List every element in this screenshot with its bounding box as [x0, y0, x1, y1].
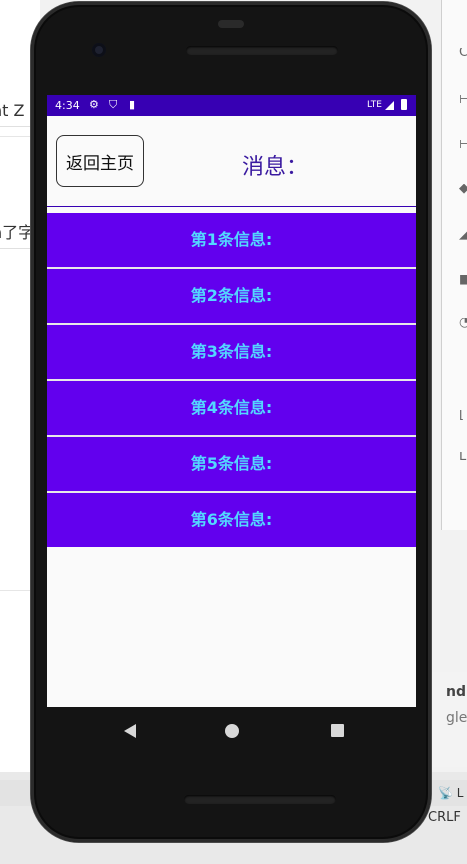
toolbar-icon[interactable]: ◆	[459, 184, 467, 194]
status-time: 4:34	[55, 99, 80, 112]
gear-icon: ⚙	[89, 98, 99, 111]
message-item[interactable]: 第4条信息:	[47, 381, 416, 437]
header-divider	[47, 206, 416, 207]
front-camera	[92, 43, 106, 57]
status-bar: 4:34 ⚙ ⛉ ▮ LTE	[47, 95, 416, 116]
battery-icon	[401, 99, 407, 110]
back-home-button[interactable]: 返回主页	[56, 135, 144, 187]
top-speaker-grille	[186, 46, 338, 55]
ide-notification-fragment: nd p gle	[432, 672, 467, 767]
signal-icon	[385, 101, 394, 110]
toolbar-icon[interactable]: ■	[459, 275, 467, 285]
page-title: 消息：	[242, 155, 309, 180]
message-item[interactable]: 第5条信息:	[47, 437, 416, 493]
ide-status-item[interactable]: 📡 L	[438, 786, 467, 812]
editor-snippet-text: nt Z	[0, 101, 25, 120]
toolbar-icon[interactable]: ⊢	[459, 95, 467, 105]
toolbar-icon[interactable]: ◔	[459, 318, 467, 328]
message-item[interactable]: 第3条信息:	[47, 325, 416, 381]
phone-screen: 4:34 ⚙ ⛉ ▮ LTE 返回主页 消息： 第1条信息: 第2条信息: 第3…	[47, 95, 416, 707]
phone-frame: 4:34 ⚙ ⛉ ▮ LTE 返回主页 消息： 第1条信息: 第2条信息: 第3…	[31, 2, 431, 842]
toolbar-icon[interactable]: [	[459, 410, 467, 420]
message-item[interactable]: 第6条信息:	[47, 493, 416, 547]
sd-card-icon: ▮	[129, 98, 136, 111]
toolbar-icon[interactable]: L	[459, 452, 467, 462]
message-item[interactable]: 第1条信息:	[47, 213, 416, 269]
bottom-speaker-grille	[184, 795, 336, 804]
phone-top-slot	[218, 20, 244, 28]
notification-body: gle	[446, 710, 467, 726]
back-icon[interactable]	[124, 724, 136, 738]
recents-icon[interactable]	[331, 724, 344, 737]
toolbar-icon[interactable]: ◢	[459, 230, 467, 240]
home-icon[interactable]	[225, 724, 239, 738]
app-header: 返回主页 消息：	[47, 116, 416, 206]
notification-title: nd p	[446, 684, 467, 700]
shield-icon: ⛉	[109, 98, 118, 111]
line-ending-indicator[interactable]: CRLF	[428, 810, 461, 825]
editor-snippet-text: n了字	[0, 223, 35, 242]
toolbar-icon[interactable]: ⊢	[459, 140, 467, 150]
message-item[interactable]: 第2条信息:	[47, 269, 416, 325]
message-list: 第1条信息: 第2条信息: 第3条信息: 第4条信息: 第5条信息: 第6条信息…	[47, 213, 416, 547]
ide-right-toolbar: C ⊢ ⊢ ◆ ◢ ■ ◔ [ L	[441, 0, 467, 530]
navigation-bar	[47, 707, 416, 755]
toolbar-icon[interactable]: C	[459, 48, 467, 58]
network-type: LTE	[367, 100, 382, 110]
